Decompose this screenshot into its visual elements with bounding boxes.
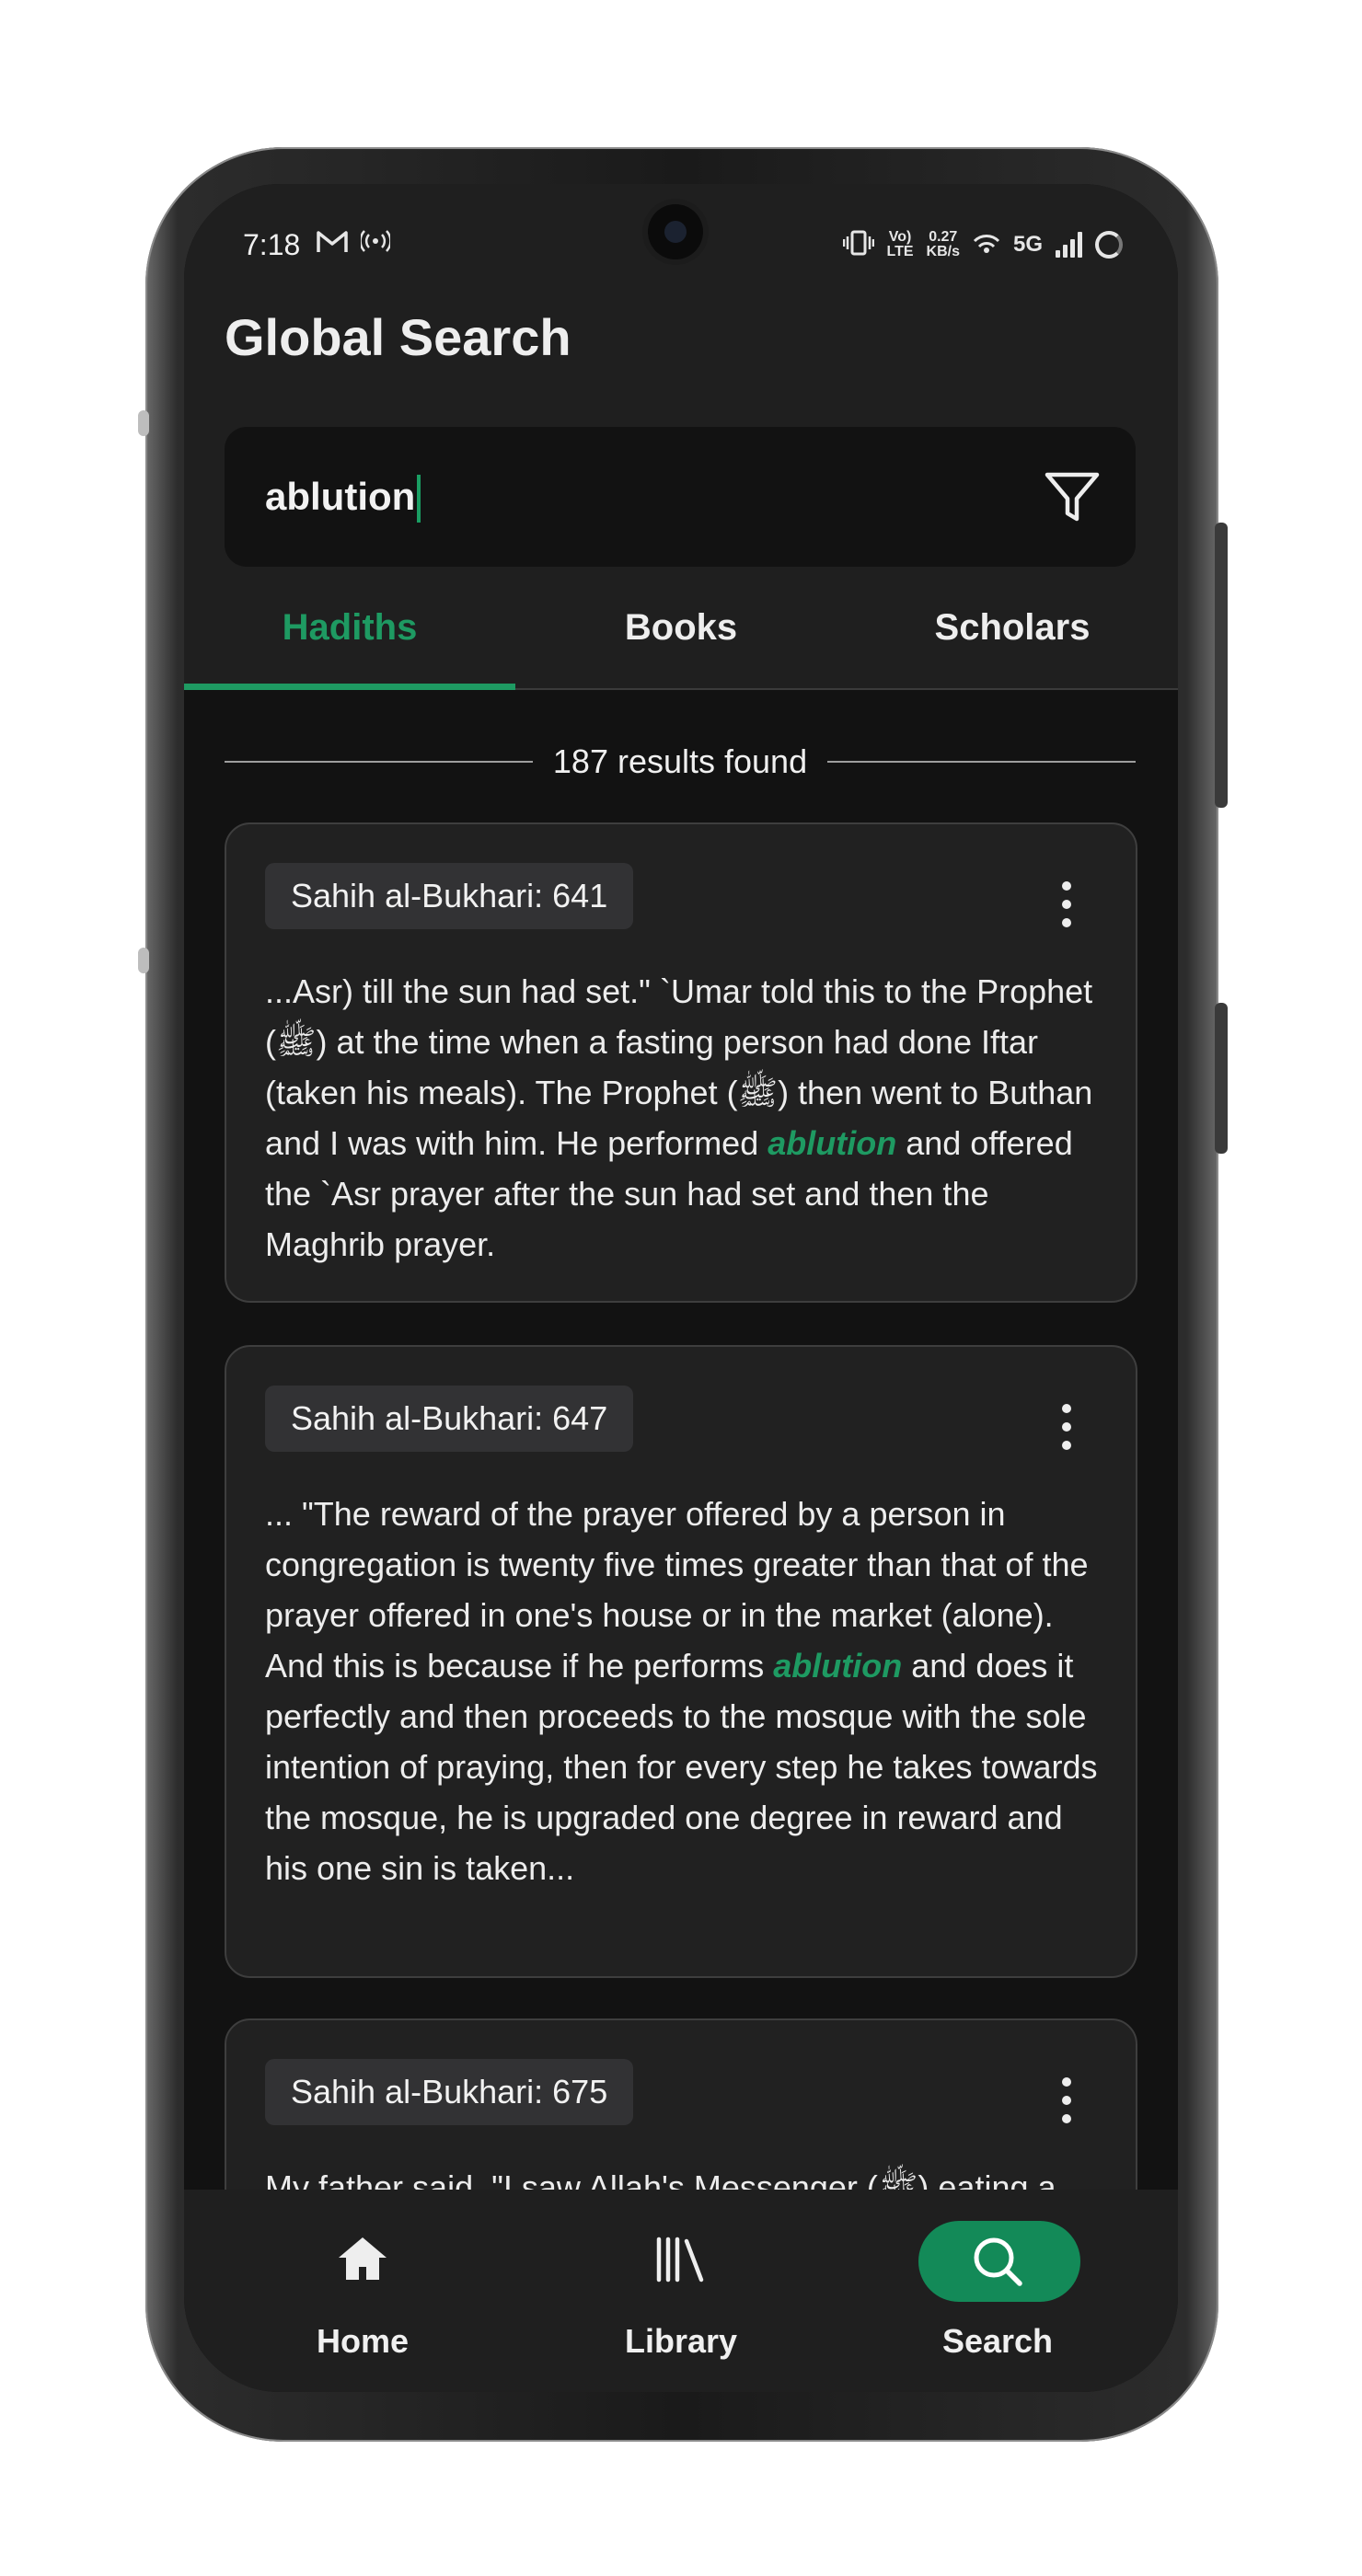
tab-bar: Hadiths Books Scholars (184, 594, 1178, 690)
hotspot-icon (973, 230, 1000, 260)
divider (827, 761, 1136, 763)
tab-books[interactable]: Books (515, 594, 847, 688)
vibrate-icon (842, 230, 874, 260)
hadith-snippet: ...Asr) till the sun had set." `Umar tol… (265, 972, 1093, 1263)
hadith-card[interactable]: Sahih al-Bukhari: 641 ...Asr) till the s… (225, 822, 1137, 1303)
hadith-card[interactable]: Sahih al-Bukhari: 647 ... "The reward of… (225, 1345, 1137, 1978)
data-speed: 0.27 KB/s (926, 229, 960, 259)
highlighted-term: ablution (773, 1647, 903, 1685)
nav-home[interactable]: Home (243, 2221, 482, 2360)
library-icon (656, 2237, 704, 2283)
more-options-icon[interactable] (1060, 881, 1073, 927)
results-count: 187 results found (225, 736, 1136, 788)
hotspot-icon (359, 228, 392, 261)
power-button (1215, 1003, 1228, 1154)
gmail-icon (317, 229, 349, 261)
hadith-reference[interactable]: Sahih al-Bukhari: 641 (265, 863, 634, 929)
nav-search-label: Search (941, 2322, 1054, 2360)
search-input[interactable] (265, 467, 909, 526)
antenna-line (138, 410, 149, 436)
nav-search[interactable]: Search (878, 2221, 1117, 2360)
nav-library[interactable]: Library (561, 2221, 801, 2360)
search-icon (974, 2237, 1022, 2286)
home-icon (339, 2237, 387, 2280)
highlighted-term: ablution (768, 1124, 897, 1162)
text-cursor (417, 475, 421, 523)
status-right: Vo) LTE 0.27 KB/s 5G (842, 229, 1123, 260)
top-app-bar: 7:18 Vo) LTE 0.27 KB/s 5G Global Search … (184, 184, 1178, 690)
nav-home-label: Home (316, 2322, 410, 2360)
divider (225, 761, 533, 763)
signal-icon (1056, 232, 1082, 258)
results-count-text: 187 results found (552, 742, 808, 780)
volume-button (1215, 523, 1228, 808)
front-camera (648, 204, 703, 259)
bottom-navigation: Home Library Search (184, 2190, 1178, 2392)
status-time: 7:18 (243, 227, 301, 261)
more-options-icon[interactable] (1060, 2077, 1073, 2123)
volte-icon: Vo) LTE (886, 229, 914, 259)
tab-scholars[interactable]: Scholars (847, 594, 1178, 688)
search-box[interactable] (225, 427, 1136, 567)
hadith-reference[interactable]: Sahih al-Bukhari: 675 (265, 2059, 634, 2125)
filter-icon[interactable] (1044, 469, 1101, 526)
nav-library-label: Library (624, 2322, 738, 2360)
battery-ring-icon (1095, 231, 1123, 259)
hadith-snippet: ... "The reward of the prayer offered by… (265, 1495, 1098, 1887)
app-screen: 7:18 Vo) LTE 0.27 KB/s 5G Global Search … (184, 184, 1178, 2392)
antenna-line (138, 948, 149, 973)
more-options-icon[interactable] (1060, 1404, 1073, 1450)
hadith-reference[interactable]: Sahih al-Bukhari: 647 (265, 1386, 634, 1452)
tab-hadiths[interactable]: Hadiths (184, 594, 515, 690)
5g-icon: 5G (1012, 232, 1043, 257)
page-title: Global Search (225, 308, 571, 366)
